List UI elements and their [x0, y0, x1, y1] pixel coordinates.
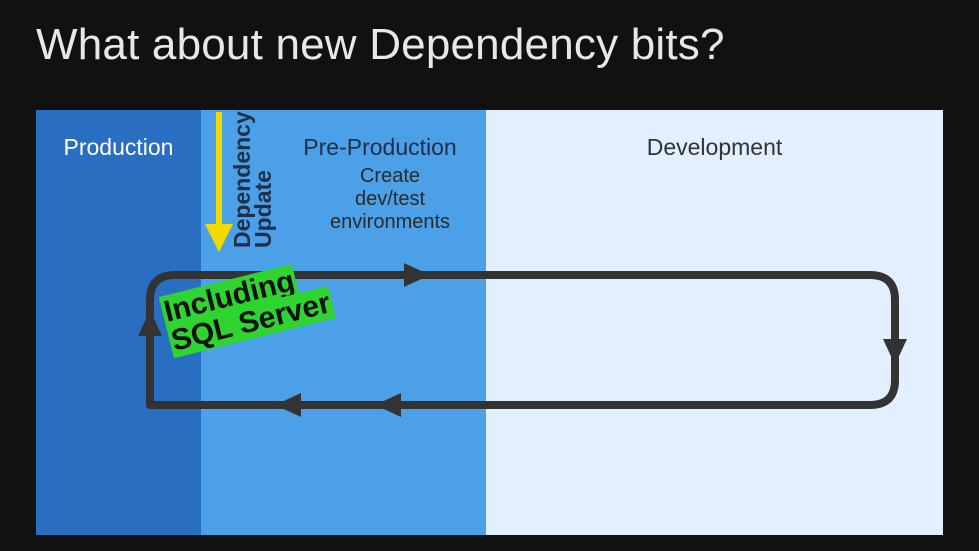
panel-development: Development — [486, 110, 943, 535]
preproduction-label: Pre-Production — [280, 134, 480, 161]
preproduction-subtext: Create dev/test environments — [305, 165, 475, 234]
preprod-sub-line3: environments — [330, 211, 450, 233]
preprod-sub-line1: Create — [360, 165, 420, 187]
preprod-sub-line2: dev/test — [355, 188, 425, 210]
dependency-update-label: Dependency Update — [232, 111, 274, 248]
slide: What about new Dependency bits? Producti… — [0, 0, 979, 551]
production-label: Production — [36, 134, 201, 161]
dependency-arrow-stem — [216, 112, 222, 230]
development-label: Development — [486, 134, 943, 161]
dependency-arrow-head-icon — [205, 224, 233, 252]
slide-title: What about new Dependency bits? — [36, 20, 725, 70]
dep-upd-line2: Update — [250, 170, 276, 248]
